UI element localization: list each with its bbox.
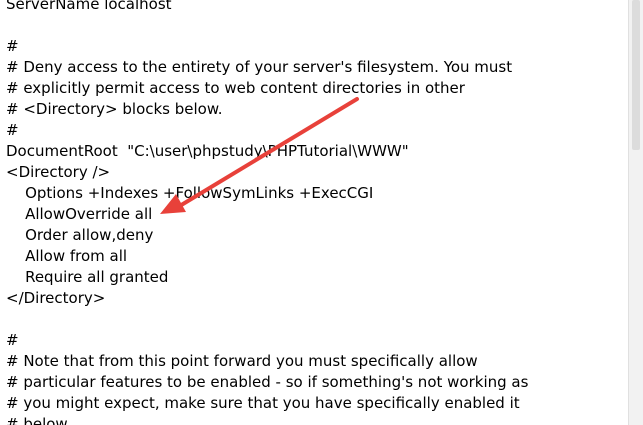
line-directory-open: <Directory /> — [6, 163, 111, 181]
line-comment-you-might-expect: # you might expect, make sure that you h… — [6, 394, 520, 412]
scrollbar-thumb[interactable] — [632, 0, 640, 150]
line-comment-explicitly-permit: # explicitly permit access to web conten… — [6, 79, 465, 97]
line-comment-below: # below. — [6, 415, 72, 425]
line-require: Require all granted — [6, 268, 169, 286]
line-comment-hash-2: # — [6, 121, 19, 139]
line-order: Order allow,deny — [6, 226, 154, 244]
line-directory-close: </Directory> — [6, 289, 106, 307]
line-comment-hash-1: # — [6, 37, 19, 55]
line-allow-from: Allow from all — [6, 247, 128, 265]
line-servername: ServerName localhost — [6, 0, 172, 13]
line-comment-directory-blocks: # <Directory> blocks below. — [6, 100, 223, 118]
line-comment-deny-access: # Deny access to the entirety of your se… — [6, 58, 513, 76]
line-options: Options +Indexes +FollowSymLinks +ExecCG… — [6, 184, 374, 202]
config-text-area[interactable]: ServerName localhost # # Deny access to … — [0, 0, 628, 425]
text-editor: ServerName localhost # # Deny access to … — [0, 0, 643, 425]
line-allow-override: AllowOverride all — [6, 205, 153, 223]
vertical-scrollbar[interactable] — [628, 0, 643, 425]
line-comment-particular-features: # particular features to be enabled - so… — [6, 373, 529, 391]
line-comment-hash-3: # — [6, 331, 19, 349]
line-document-root: DocumentRoot "C:\user\phpstudy\PHPTutori… — [6, 142, 409, 160]
line-comment-note: # Note that from this point forward you … — [6, 352, 478, 370]
